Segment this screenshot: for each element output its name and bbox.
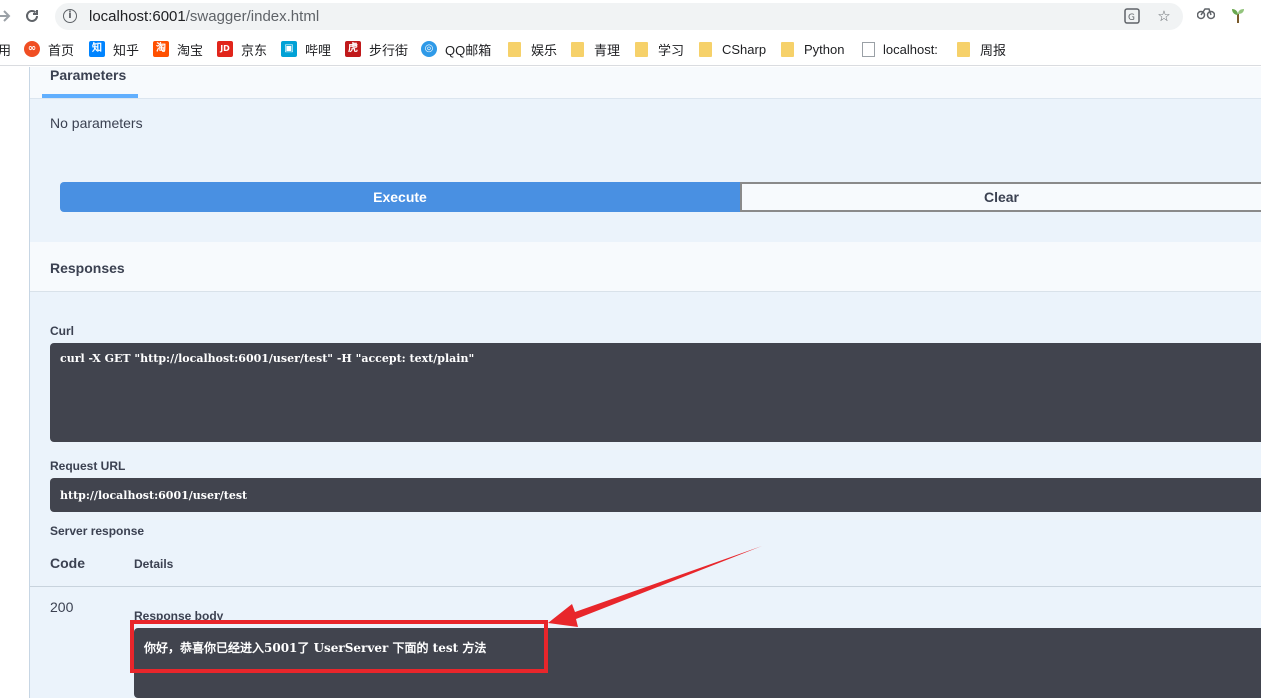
url-host: localhost:6001: [89, 8, 186, 25]
bookmark-partial-label: 用: [0, 42, 12, 58]
folder-icon: [781, 41, 794, 57]
bookmark-folder-xuexi[interactable]: 学习: [635, 40, 684, 58]
info-icon[interactable]: i: [63, 9, 77, 23]
curl-label: Curl: [50, 324, 74, 338]
folder-icon: [957, 41, 970, 57]
jd-favicon-icon: JD: [217, 41, 233, 57]
bookmark-label: Python: [804, 41, 845, 57]
bookmark-label: 步行街: [369, 42, 409, 58]
bookmark-folder-python[interactable]: Python: [781, 40, 844, 58]
address-bar[interactable]: i localhost:6001/swagger/index.html G ☆: [55, 3, 1183, 30]
bookmark-folder-qingli[interactable]: 青理: [571, 40, 620, 58]
translate-icon[interactable]: G: [1123, 8, 1141, 26]
responses-title: Responses: [50, 260, 125, 276]
bilibili-favicon-icon: ▣: [281, 41, 297, 57]
page-icon: [862, 41, 875, 57]
bookmark-label: 学习: [658, 42, 685, 58]
bookmark-bilibili[interactable]: ▣ 哔哩: [281, 40, 331, 58]
bookmark-buxingjie[interactable]: 虎 步行街: [345, 40, 408, 58]
annotation-highlight-box: [130, 620, 548, 673]
bookmark-label: 青理: [594, 42, 621, 58]
response-status-code: 200: [50, 599, 74, 615]
bookmark-label: 首页: [48, 42, 75, 58]
request-url-block[interactable]: http://localhost:6001/user/test: [50, 478, 1261, 512]
folder-icon: [508, 41, 521, 57]
bookmarks-bar: 用 ∞ 首页 知 知乎 淘 淘宝 JD 京东 ▣ 哔哩 虎 步行街 ◎ QQ邮箱…: [0, 33, 1261, 66]
qqmail-favicon-icon: ◎: [421, 41, 437, 57]
curl-command: curl -X GET "http://localhost:6001/user/…: [60, 352, 475, 365]
extension-icon[interactable]: [1196, 6, 1216, 26]
bookmark-label: 娱乐: [531, 42, 558, 58]
bookmark-qqmail[interactable]: ◎ QQ邮箱: [421, 40, 491, 58]
bookmark-jd[interactable]: JD 京东: [217, 40, 267, 58]
tab-active-underline: [42, 94, 138, 98]
plant-extension-icon[interactable]: [1228, 6, 1248, 26]
response-table-divider: [30, 586, 1261, 587]
bookmark-taobao[interactable]: 淘 淘宝: [153, 40, 203, 58]
browser-toolbar: i localhost:6001/swagger/index.html G ☆: [0, 0, 1261, 33]
folder-icon: [699, 41, 712, 57]
forward-arrow-icon[interactable]: [0, 4, 16, 28]
bookmark-zhihu[interactable]: 知 知乎: [89, 40, 139, 58]
bookmark-localhost[interactable]: localhost:: [862, 40, 938, 58]
execute-button[interactable]: Execute: [60, 182, 740, 212]
parameters-section-header: Parameters: [30, 67, 1261, 99]
bookmark-label: 周报: [980, 42, 1007, 58]
taobao-favicon-icon: 淘: [153, 41, 169, 57]
code-column-header: Code: [50, 555, 85, 571]
bookmark-home[interactable]: ∞ 首页: [24, 40, 74, 58]
folder-icon: [571, 41, 584, 57]
reload-icon[interactable]: [20, 4, 44, 28]
clear-button[interactable]: Clear: [740, 182, 1261, 212]
home-favicon-icon: ∞: [24, 41, 40, 57]
bookmark-label: localhost:: [883, 41, 938, 57]
bookmark-folder-zhoubao[interactable]: 周报: [957, 40, 1006, 58]
bookmark-label: 知乎: [113, 42, 140, 58]
bookmark-label: QQ邮箱: [445, 42, 492, 58]
operation-block: Parameters No parameters Execute Clear R…: [30, 67, 1261, 698]
hupu-favicon-icon: 虎: [345, 41, 361, 57]
curl-code-block[interactable]: curl -X GET "http://localhost:6001/user/…: [50, 343, 1261, 442]
folder-icon: [635, 41, 648, 57]
responses-section-header: [30, 242, 1261, 292]
bookmark-partial[interactable]: 用: [0, 40, 11, 58]
url-path: /swagger/index.html: [185, 8, 320, 25]
bookmark-label: CSharp: [722, 41, 767, 57]
url-text[interactable]: localhost:6001/swagger/index.html: [89, 8, 319, 25]
zhihu-favicon-icon: 知: [89, 41, 105, 57]
request-url-label: Request URL: [50, 459, 126, 473]
bookmark-folder-yule[interactable]: 娱乐: [508, 40, 557, 58]
bookmark-label: 淘宝: [177, 42, 204, 58]
request-url-text: http://localhost:6001/user/test: [60, 489, 248, 502]
bookmark-folder-csharp[interactable]: CSharp: [699, 40, 766, 58]
bookmark-label: 京东: [241, 42, 268, 58]
svg-text:G: G: [1128, 13, 1135, 23]
bookmark-label: 哔哩: [305, 42, 332, 58]
details-column-header: Details: [134, 557, 174, 571]
no-parameters-text: No parameters: [50, 115, 143, 131]
server-response-label: Server response: [50, 524, 145, 538]
star-icon[interactable]: ☆: [1155, 8, 1173, 26]
swagger-page: Parameters No parameters Execute Clear R…: [0, 67, 1261, 698]
tab-parameters[interactable]: Parameters: [50, 67, 126, 83]
